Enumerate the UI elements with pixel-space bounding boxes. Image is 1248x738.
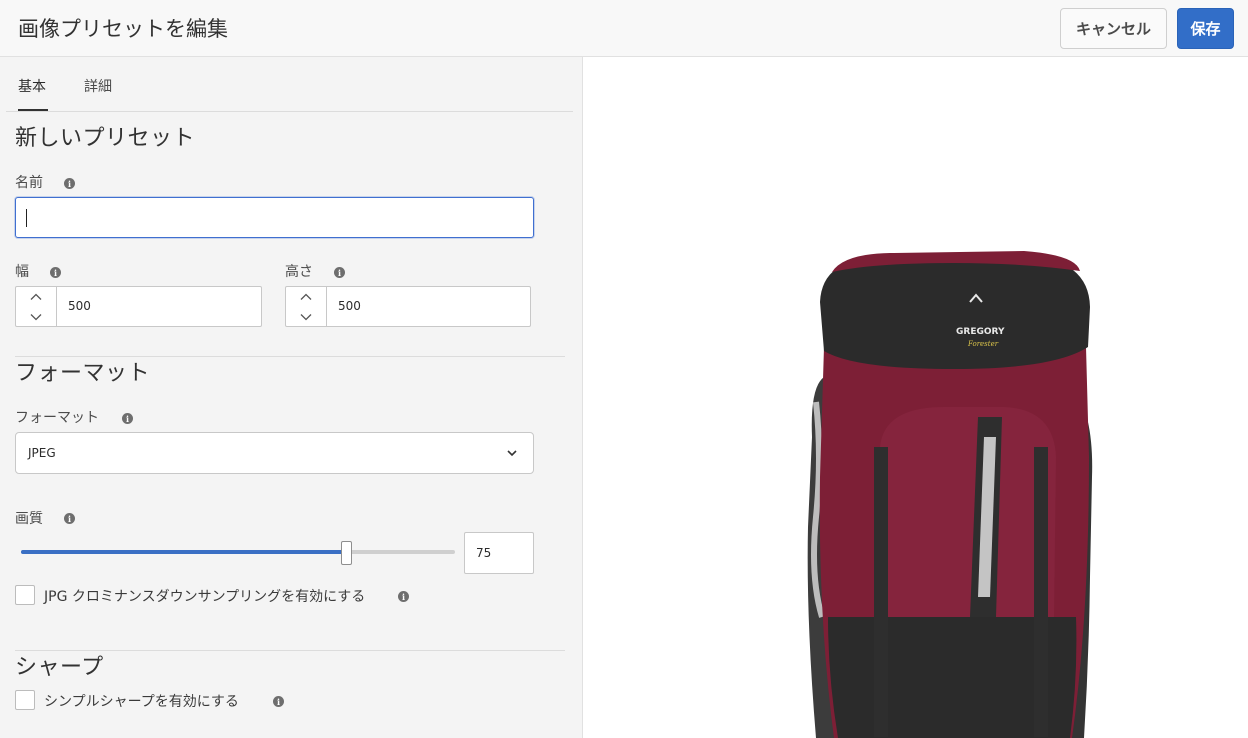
- brand-logo-text: GREGORY: [956, 327, 1005, 337]
- settings-panel: 基本 詳細 新しいプリセット 名前 i 幅 i 高さ i 500 500 フォー…: [0, 57, 583, 738]
- format-select[interactable]: JPEG: [15, 432, 534, 474]
- title-bar: 画像プリセットを編集 キャンセル 保存: [0, 0, 1248, 57]
- tab-basic[interactable]: 基本: [18, 76, 46, 96]
- sharpen-checkbox[interactable]: [15, 690, 35, 710]
- chevron-down-icon[interactable]: [16, 307, 56, 326]
- cancel-button[interactable]: キャンセル: [1060, 8, 1167, 49]
- name-input[interactable]: [15, 197, 534, 238]
- quality-slider-handle[interactable]: [341, 541, 352, 565]
- section-title-sharpen: シャープ: [15, 655, 104, 680]
- page-title: 画像プリセットを編集: [18, 17, 228, 41]
- height-stepper[interactable]: 500: [285, 286, 531, 327]
- info-icon[interactable]: i: [122, 413, 133, 424]
- info-icon[interactable]: i: [64, 178, 75, 189]
- chroma-checkbox[interactable]: [15, 585, 35, 605]
- model-logo-text: Forester: [967, 340, 999, 348]
- sharpen-checkbox-label[interactable]: シンプルシャープを有効にする: [44, 691, 239, 711]
- tabs-divider: [6, 111, 573, 112]
- width-label: 幅: [15, 264, 29, 280]
- height-label: 高さ: [285, 264, 313, 280]
- info-icon[interactable]: i: [334, 267, 345, 278]
- width-input[interactable]: 500: [68, 299, 91, 313]
- info-icon[interactable]: i: [50, 267, 61, 278]
- chevron-up-icon[interactable]: [16, 287, 56, 306]
- quality-slider-track[interactable]: [21, 550, 455, 554]
- chevron-down-icon: [507, 450, 517, 457]
- name-label: 名前: [15, 175, 43, 191]
- height-input[interactable]: 500: [338, 299, 361, 313]
- quality-label: 画質: [15, 511, 43, 527]
- width-stepper-arrows: [16, 287, 57, 326]
- backpack-image: GREGORY Forester: [807, 251, 1093, 738]
- format-select-value: JPEG: [28, 446, 56, 460]
- quality-input-value: 75: [476, 546, 492, 560]
- chroma-checkbox-label[interactable]: JPG クロミナンスダウンサンプリングを有効にする: [44, 586, 365, 606]
- quality-slider-fill: [21, 550, 347, 554]
- chevron-up-icon[interactable]: [286, 287, 326, 306]
- width-stepper[interactable]: 500: [15, 286, 262, 327]
- section-title-new-preset: 新しいプリセット: [15, 126, 196, 151]
- info-icon[interactable]: i: [273, 696, 284, 707]
- info-icon[interactable]: i: [64, 513, 75, 524]
- text-caret: [26, 208, 27, 227]
- format-label: フォーマット: [15, 410, 99, 426]
- save-button[interactable]: 保存: [1177, 8, 1234, 49]
- info-icon[interactable]: i: [398, 591, 409, 602]
- quality-input[interactable]: 75: [464, 532, 534, 574]
- height-stepper-arrows: [286, 287, 327, 326]
- tab-advanced[interactable]: 詳細: [84, 76, 112, 96]
- chevron-down-icon[interactable]: [286, 307, 326, 326]
- image-preview: GREGORY Forester: [584, 57, 1248, 738]
- section-title-format: フォーマット: [15, 361, 151, 386]
